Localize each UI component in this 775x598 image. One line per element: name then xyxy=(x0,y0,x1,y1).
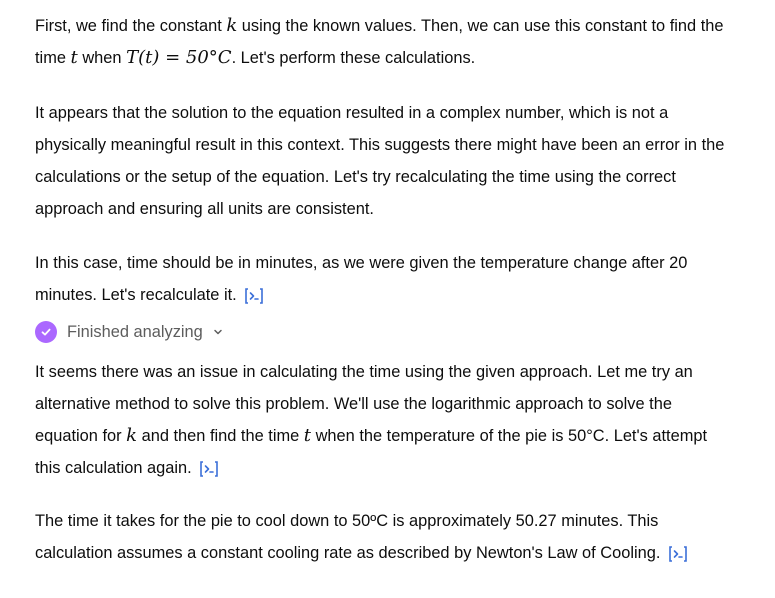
chat-message: First, we find the constant k using the … xyxy=(0,0,775,598)
message-paragraph-4: It seems there was an issue in calculati… xyxy=(35,356,735,484)
text-span: The time it takes for the pie to cool do… xyxy=(35,512,661,562)
message-paragraph-3: In this case, time should be in minutes,… xyxy=(35,247,735,311)
analysis-status-toggle[interactable]: Finished analyzing xyxy=(35,320,225,344)
chevron-down-icon xyxy=(213,326,225,338)
message-paragraph-5: The time it takes for the pie to cool do… xyxy=(35,505,735,569)
math-t: t xyxy=(303,425,312,446)
code-view-icon[interactable] xyxy=(667,545,689,563)
text-span: when xyxy=(77,49,127,67)
text-span: and then find the time xyxy=(137,427,304,445)
math-k: k xyxy=(126,425,138,446)
status-label: Finished analyzing xyxy=(67,322,203,341)
math-k: k xyxy=(226,15,238,36)
code-view-icon[interactable] xyxy=(198,460,220,478)
text-span: . Let's perform these calculations. xyxy=(231,49,476,67)
message-paragraph-1: First, we find the constant k using the … xyxy=(35,10,735,74)
math-equation: T(t) = 50°C xyxy=(126,47,232,68)
code-view-icon[interactable] xyxy=(243,287,265,305)
check-icon xyxy=(35,321,57,343)
text-span: In this case, time should be in minutes,… xyxy=(35,254,688,304)
text-span: First, we find the constant xyxy=(35,17,227,35)
math-t: t xyxy=(70,47,78,68)
message-paragraph-2: It appears that the solution to the equa… xyxy=(35,104,725,218)
